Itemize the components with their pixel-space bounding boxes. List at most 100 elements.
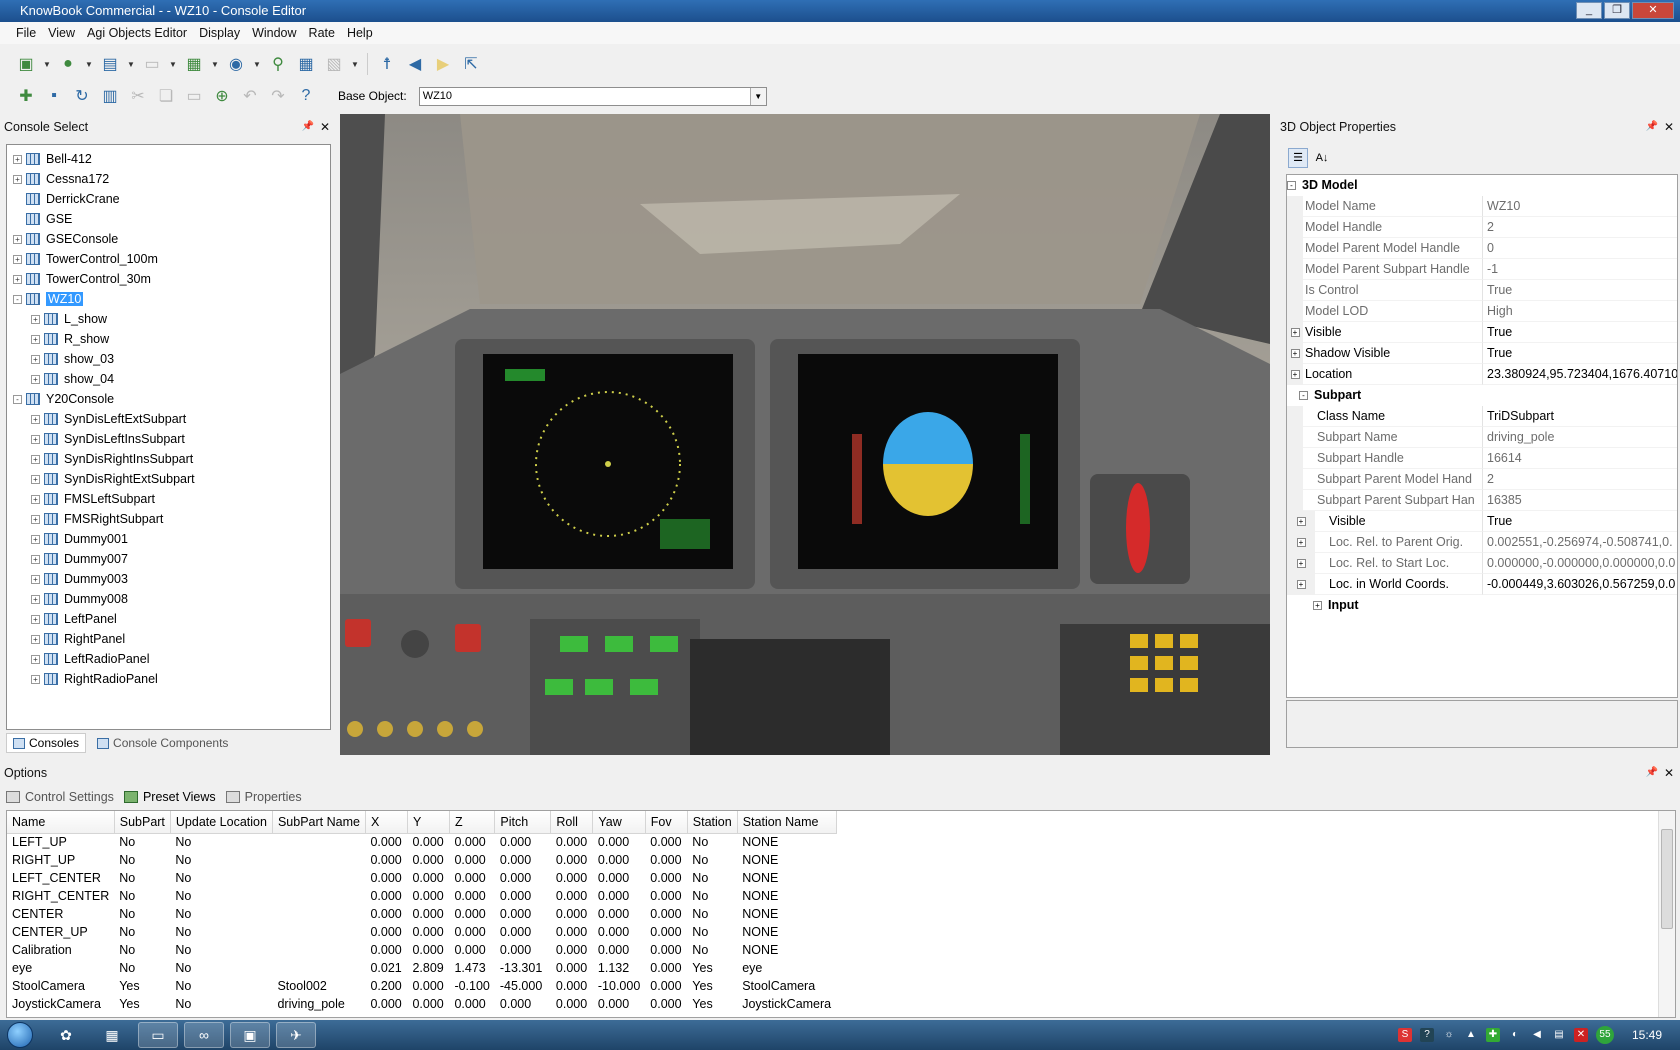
tree-item[interactable]: + show_04 xyxy=(7,369,330,389)
property-value[interactable]: -0.000449,3.603026,0.567259,0.0 xyxy=(1483,574,1677,595)
start-button[interactable] xyxy=(0,1020,40,1050)
expand-icon[interactable]: + xyxy=(31,374,40,384)
column-header[interactable]: X xyxy=(365,811,408,834)
expand-icon[interactable]: + xyxy=(1296,517,1306,526)
property-value[interactable]: True xyxy=(1483,280,1677,301)
cut-icon[interactable]: ✂ xyxy=(126,84,150,108)
property-row[interactable]: + Visible True xyxy=(1287,322,1677,343)
scene-icon[interactable]: ▣ xyxy=(14,52,38,76)
chevron-up-icon[interactable]: ▲ xyxy=(1464,1028,1478,1042)
tree-item[interactable]: + SynDisLeftInsSubpart xyxy=(7,429,330,449)
tree-item[interactable]: + RightRadioPanel xyxy=(7,669,330,689)
column-header[interactable]: Pitch xyxy=(494,811,552,834)
property-row[interactable]: Is Control True xyxy=(1287,280,1677,301)
expand-icon[interactable]: + xyxy=(31,434,40,444)
property-row[interactable]: Class Name TriDSubpart xyxy=(1287,406,1677,427)
tree-item[interactable]: + RightPanel xyxy=(7,629,330,649)
column-header[interactable]: Update Location xyxy=(170,811,273,834)
menu-display[interactable]: Display xyxy=(193,26,246,40)
tree-item[interactable]: GSE xyxy=(7,209,330,229)
property-row[interactable]: Subpart Parent Subpart Han 16385 xyxy=(1287,490,1677,511)
collapse-icon[interactable]: - xyxy=(13,394,22,404)
table-row[interactable]: Calibration No No 0.000 0.000 0.000 0.000 0.000… xyxy=(7,941,836,959)
property-row[interactable]: + Shadow Visible True xyxy=(1287,343,1677,364)
table-row[interactable]: eye No No 0.021 2.809 1.473 -13.301 0.000 1.132 0… xyxy=(7,959,836,977)
expand-icon[interactable]: + xyxy=(31,594,40,604)
property-value[interactable]: 23.380924,95.723404,1676.40710 xyxy=(1483,364,1677,385)
sort-alphabetical-icon[interactable]: A↓ xyxy=(1312,148,1332,168)
tab-properties[interactable]: Properties xyxy=(225,790,302,804)
app-icon[interactable]: ▣ xyxy=(230,1022,270,1048)
console-tree[interactable]: + Bell-412 + Cessna172 DerrickCrane GSE + GSECo… xyxy=(6,144,331,730)
tab-console-components[interactable]: Console Components xyxy=(90,733,236,753)
tree-item[interactable]: DerrickCrane xyxy=(7,189,330,209)
expand-icon[interactable]: ⇱ xyxy=(459,52,483,76)
tree-item[interactable]: + Dummy001 xyxy=(7,529,330,549)
tree-item[interactable]: + TowerControl_100m xyxy=(7,249,330,269)
property-value[interactable]: -1 xyxy=(1483,259,1677,280)
close-icon[interactable]: ✕ xyxy=(1664,762,1674,784)
expand-icon[interactable]: + xyxy=(31,474,40,484)
property-value[interactable]: 2 xyxy=(1483,217,1677,238)
collapse-icon[interactable]: - xyxy=(1287,181,1296,190)
expand-icon[interactable]: + xyxy=(13,174,22,184)
tree-item[interactable]: + SynDisRightInsSubpart xyxy=(7,449,330,469)
property-row[interactable]: Subpart Handle 16614 xyxy=(1287,448,1677,469)
tree-item[interactable]: - WZ10 xyxy=(7,289,330,309)
expand-icon[interactable]: + xyxy=(31,454,40,464)
copy-icon[interactable]: ❏ xyxy=(154,84,178,108)
property-value[interactable]: driving_pole xyxy=(1483,427,1677,448)
expand-icon[interactable]: + xyxy=(1296,559,1306,568)
tree-item[interactable]: + L_show xyxy=(7,309,330,329)
tree-item[interactable]: + LeftRadioPanel xyxy=(7,649,330,669)
property-category[interactable]: -3D Model xyxy=(1287,175,1677,196)
map-icon[interactable]: ▧ xyxy=(322,52,346,76)
tree-item[interactable]: - Y20Console xyxy=(7,389,330,409)
pin-icon[interactable]: 📌 xyxy=(1646,762,1658,784)
column-header[interactable]: SubPart Name xyxy=(272,811,366,834)
property-category[interactable]: + Input xyxy=(1287,595,1677,616)
help-icon[interactable]: ? xyxy=(1419,1028,1434,1042)
property-grid[interactable]: -3D Model Model Name WZ10 Model Handle 2 Mode… xyxy=(1286,174,1678,698)
tree-item[interactable]: + R_show xyxy=(7,329,330,349)
tree-item[interactable]: + FMSLeftSubpart xyxy=(7,489,330,509)
help-icon[interactable]: ? xyxy=(294,84,318,108)
app-icon[interactable]: ✿ xyxy=(46,1022,86,1048)
frame-icon[interactable]: ▦ xyxy=(182,52,206,76)
chevron-down-icon[interactable]: ▼ xyxy=(350,52,360,76)
property-value[interactable]: 16614 xyxy=(1483,448,1677,469)
close-icon[interactable]: ✕ xyxy=(320,116,330,138)
app-icon[interactable]: ∞ xyxy=(184,1022,224,1048)
column-header[interactable]: Fov xyxy=(645,811,688,834)
preset-views-table[interactable]: Name SubPart Update Location SubPart Name X Y… xyxy=(6,810,1676,1018)
property-value[interactable]: TriDSubpart xyxy=(1483,406,1677,427)
property-row[interactable]: + Loc. Rel. to Start Loc. 0.000000,-0.0000… xyxy=(1287,553,1677,574)
properties-icon[interactable]: ▥ xyxy=(98,84,122,108)
refresh-icon[interactable]: ↻ xyxy=(70,84,94,108)
expand-icon[interactable]: + xyxy=(1290,349,1300,358)
expand-icon[interactable]: + xyxy=(1290,328,1300,337)
property-row[interactable]: + Loc. Rel. to Parent Orig. 0.002551,-0.25… xyxy=(1287,532,1677,553)
property-row[interactable]: Model Name WZ10 xyxy=(1287,196,1677,217)
menu-help[interactable]: Help xyxy=(341,26,379,40)
expand-icon[interactable]: + xyxy=(31,514,40,524)
collapse-icon[interactable]: - xyxy=(13,294,22,304)
menu-window[interactable]: Window xyxy=(246,26,302,40)
chevron-down-icon[interactable]: ▼ xyxy=(210,52,220,76)
expand-icon[interactable]: + xyxy=(31,314,40,324)
table-row[interactable]: CENTER_UP No No 0.000 0.000 0.000 0.000 0.000 0.… xyxy=(7,923,836,941)
expand-icon[interactable]: + xyxy=(1296,580,1306,589)
expand-icon[interactable]: + xyxy=(31,614,40,624)
tree-item[interactable]: + Cessna172 xyxy=(7,169,330,189)
column-header[interactable]: Roll xyxy=(550,811,594,834)
property-row[interactable]: + Location 23.380924,95.723404,1676.40710 xyxy=(1287,364,1677,385)
expand-icon[interactable]: + xyxy=(31,334,40,344)
tab-control-settings[interactable]: Control Settings xyxy=(6,790,114,804)
new-icon[interactable]: ✚ xyxy=(14,84,38,108)
expand-icon[interactable]: + xyxy=(1290,370,1300,379)
tree-item[interactable]: + LeftPanel xyxy=(7,609,330,629)
expand-icon[interactable]: + xyxy=(31,494,40,504)
property-value[interactable]: High xyxy=(1483,301,1677,322)
tray-app-icon[interactable]: ✕ xyxy=(1573,1028,1588,1042)
expand-icon[interactable]: + xyxy=(31,634,40,644)
